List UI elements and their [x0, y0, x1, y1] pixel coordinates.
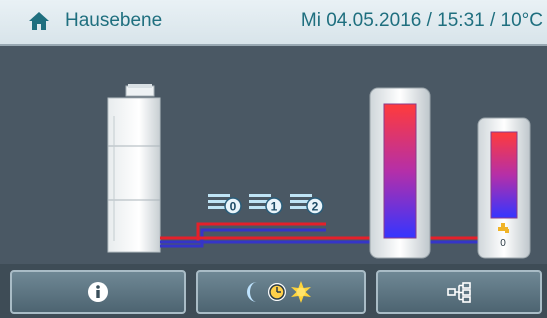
home-icon[interactable] [28, 10, 50, 32]
pipes [160, 222, 480, 248]
fan-level-1-label: 1 [271, 200, 278, 214]
day-night-mode-button[interactable] [196, 270, 366, 314]
system-overview-button[interactable] [376, 270, 542, 314]
tank-small-value: 0 [500, 238, 506, 249]
info-button[interactable] [10, 270, 186, 314]
fan-level-1[interactable]: 1 [249, 194, 283, 215]
fan-level-2-label: 2 [312, 200, 319, 214]
fan-level-0[interactable]: 0 [208, 194, 242, 215]
night-day-mode-icon [247, 281, 311, 303]
bottom-bar [0, 264, 547, 318]
fan-level-2[interactable]: 2 [290, 194, 324, 215]
header-bar: Hausebene Mi 04.05.2016 / 15:31 / 10°C [0, 0, 547, 46]
system-diagram: 0 1 2 0 [107, 84, 531, 259]
ventilation-unit[interactable] [107, 84, 161, 253]
buffer-tank-large[interactable] [369, 87, 431, 259]
house-scene: 0 1 2 0 [0, 46, 547, 264]
datetime-temperature: Mi 04.05.2016 / 15:31 / 10°C [300, 10, 543, 31]
page-title: Hausebene [65, 10, 163, 31]
system-tree-icon [447, 282, 471, 303]
info-icon [88, 282, 108, 302]
hot-water-tank-small[interactable]: 0 [477, 117, 531, 259]
fan-level-0-label: 0 [230, 200, 237, 214]
